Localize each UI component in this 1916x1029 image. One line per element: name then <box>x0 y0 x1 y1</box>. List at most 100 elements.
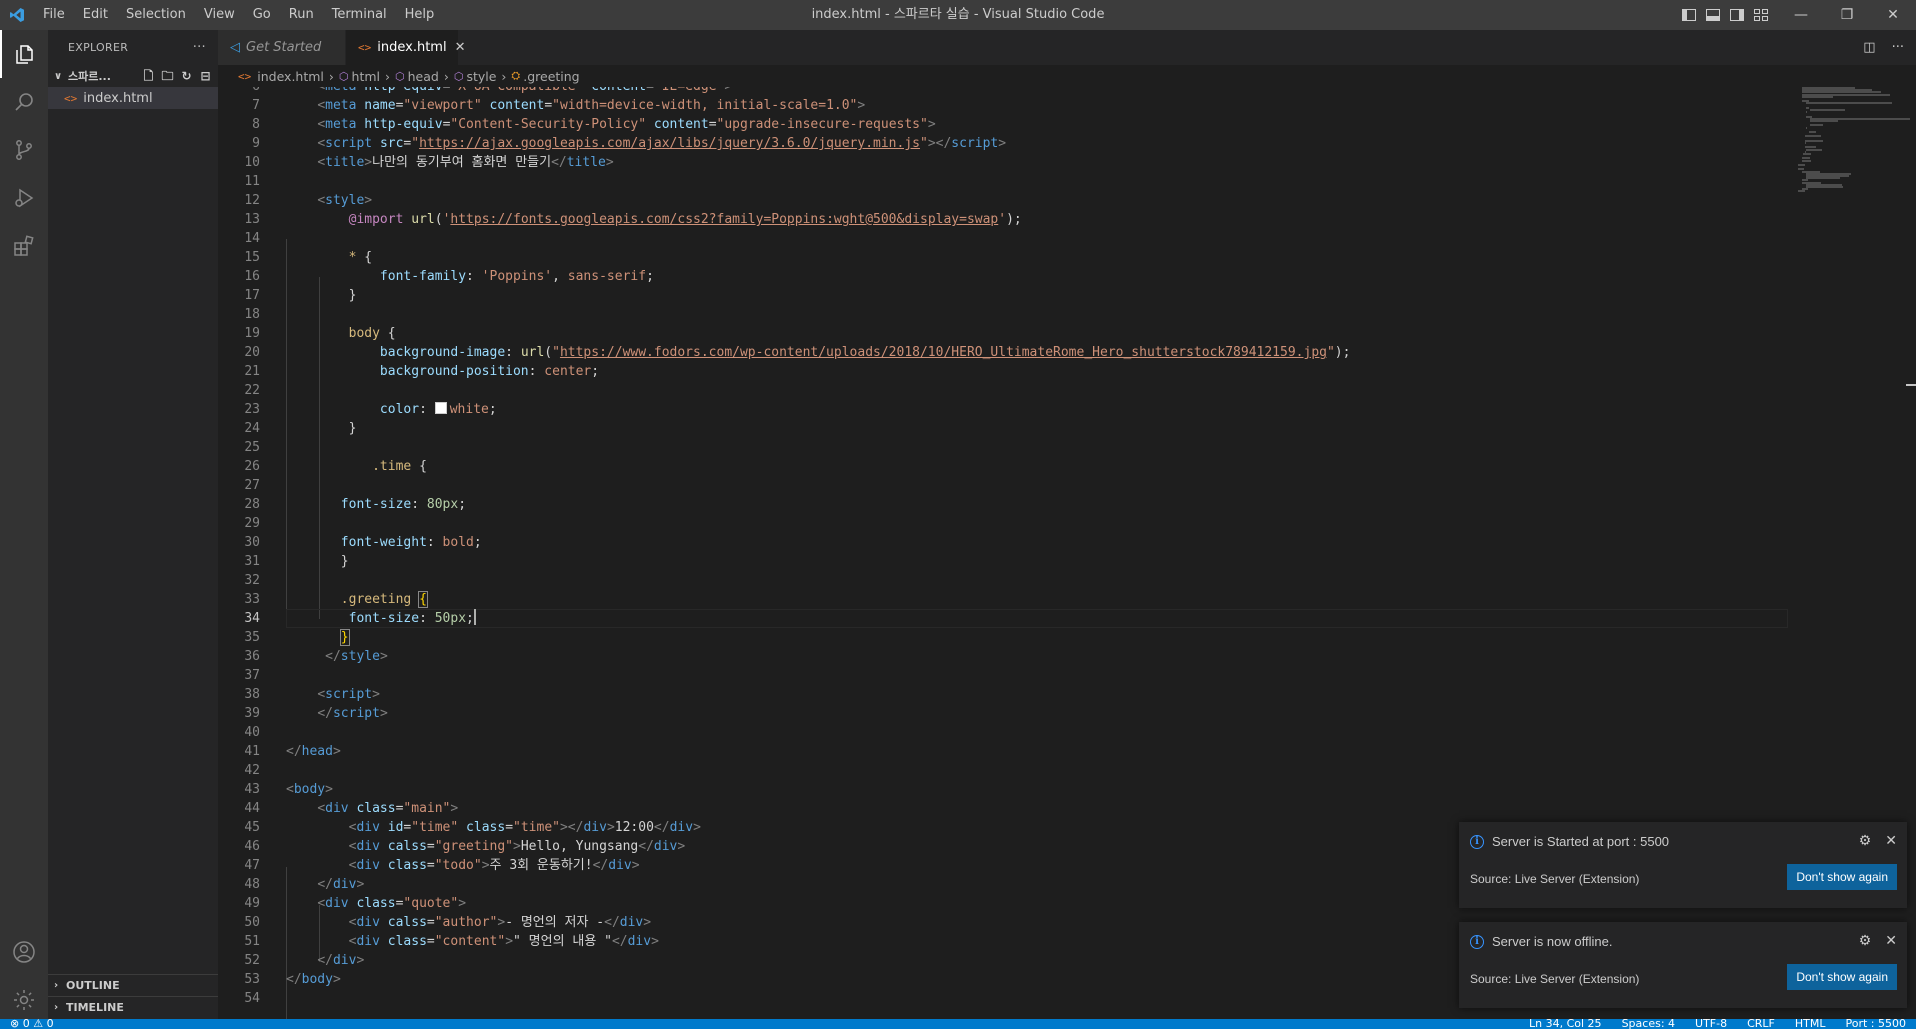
code-line[interactable]: 31 } <box>218 552 1788 571</box>
source-control-icon[interactable] <box>0 126 48 174</box>
close-window-button[interactable]: ✕ <box>1870 0 1916 30</box>
menu-edit[interactable]: Edit <box>74 0 117 30</box>
customize-layout-icon[interactable] <box>1754 9 1768 21</box>
code-line[interactable]: 18 <box>218 305 1788 324</box>
breadcrumb-head[interactable]: head <box>408 69 439 84</box>
new-folder-icon[interactable]: 🗀 <box>161 69 174 83</box>
split-editor-icon[interactable]: ◫ <box>1863 40 1875 55</box>
breadcrumb-file[interactable]: index.html <box>257 69 324 84</box>
code-line[interactable]: 39 </script> <box>218 704 1788 723</box>
notification-settings-gear-icon[interactable]: ⚙ <box>1859 932 1872 949</box>
code-line[interactable]: 24 } <box>218 419 1788 438</box>
code-line[interactable]: 34 font-size: 50px; <box>218 609 1788 628</box>
code-token: } <box>348 421 357 436</box>
code-line[interactable]: 36 </style> <box>218 647 1788 666</box>
code-line[interactable]: 42 <box>218 761 1788 780</box>
notification-close-icon[interactable]: ✕ <box>1885 932 1897 949</box>
code-line[interactable]: 32 <box>218 571 1788 590</box>
code-line[interactable]: 15 * { <box>218 248 1788 267</box>
minimap[interactable] <box>1790 87 1910 207</box>
line-ending[interactable]: CRLF <box>1747 1019 1775 1029</box>
menu-run[interactable]: Run <box>280 0 323 30</box>
code-line[interactable]: 17 } <box>218 286 1788 305</box>
search-icon[interactable] <box>0 78 48 126</box>
line-number: 30 <box>244 535 260 550</box>
code-line[interactable]: 33 .greeting { <box>218 590 1788 609</box>
collapse-all-icon[interactable]: ⊟ <box>199 69 212 83</box>
more-actions-button[interactable]: ··· <box>193 40 206 55</box>
menu-terminal[interactable]: Terminal <box>323 0 396 30</box>
code-line[interactable]: 29 <box>218 514 1788 533</box>
workspace-folder[interactable]: ∨ 스파르... 🗋 🗀 ↻ ⊟ <box>48 65 218 87</box>
timeline-section[interactable]: › TIMELINE <box>48 996 218 1018</box>
code-line[interactable]: 40 <box>218 723 1788 742</box>
live-server-port[interactable]: Port : 5500 <box>1846 1019 1907 1029</box>
outline-section[interactable]: › OUTLINE <box>48 974 218 996</box>
language-mode[interactable]: HTML <box>1795 1019 1826 1029</box>
code-line[interactable]: 30 font-weight: bold; <box>218 533 1788 552</box>
manage-gear-icon[interactable] <box>0 976 48 1024</box>
code-line[interactable]: 13 @import url('https://fonts.googleapis… <box>218 210 1788 229</box>
extensions-icon[interactable] <box>0 222 48 270</box>
code-line[interactable]: 12 <style> <box>218 191 1788 210</box>
notification-close-icon[interactable]: ✕ <box>1885 832 1897 849</box>
code-line[interactable]: 25 <box>218 438 1788 457</box>
breadcrumb-greeting[interactable]: .greeting <box>523 69 579 84</box>
code-line[interactable]: 38 <script> <box>218 685 1788 704</box>
tab-get-started[interactable]: ◁ Get Started <box>218 30 346 65</box>
code-line[interactable]: 20 background-image: url("https://www.fo… <box>218 343 1788 362</box>
code-line[interactable]: 9 <script src="https://ajax.googleapis.c… <box>218 134 1788 153</box>
accounts-icon[interactable] <box>0 928 48 976</box>
menu-help[interactable]: Help <box>396 0 444 30</box>
toggle-primary-sidebar-icon[interactable] <box>1682 9 1696 21</box>
code-line[interactable]: 43 <body> <box>218 780 1788 799</box>
more-actions-icon[interactable]: ··· <box>1892 40 1904 55</box>
menu-file[interactable]: File <box>34 0 74 30</box>
file-item-index-html[interactable]: <> index.html <box>48 87 218 109</box>
notification-settings-gear-icon[interactable]: ⚙ <box>1859 832 1872 849</box>
code-line[interactable]: 22 <box>218 381 1788 400</box>
code-line[interactable]: 10 <title>나만의 동기부여 홈화면 만들기</title> <box>218 153 1788 172</box>
refresh-icon[interactable]: ↻ <box>180 69 193 83</box>
restore-button[interactable]: ❐ <box>1824 0 1870 30</box>
code-line[interactable]: 21 background-position: center; <box>218 362 1788 381</box>
code-line[interactable]: 41 </head> <box>218 742 1788 761</box>
run-debug-icon[interactable] <box>0 174 48 222</box>
indentation[interactable]: Spaces: 4 <box>1622 1019 1675 1029</box>
menu-view[interactable]: View <box>195 0 244 30</box>
code-line[interactable]: 6 <meta http-equiv = "X-UA-Compatible" con… <box>218 87 1788 96</box>
code-line[interactable]: 27 <box>218 476 1788 495</box>
dont-show-again-button[interactable]: Don't show again <box>1787 964 1897 990</box>
explorer-icon[interactable] <box>0 30 48 78</box>
code-line[interactable]: 16 font-family: 'Poppins', sans-serif; <box>218 267 1788 286</box>
menu-go[interactable]: Go <box>244 0 280 30</box>
problems-indicator[interactable]: ⊗ 0 ⚠ 0 <box>10 1019 54 1029</box>
code-line[interactable]: 7 <meta name="viewport" content="width=d… <box>218 96 1788 115</box>
tab-index-html[interactable]: <> index.html ✕ <box>346 30 465 65</box>
code-line[interactable]: 14 <box>218 229 1788 248</box>
code-line[interactable]: 23 color: white; <box>218 400 1788 419</box>
dont-show-again-button[interactable]: Don't show again <box>1787 864 1897 890</box>
code-token: " 명언의 내용 " <box>513 934 612 949</box>
code-line[interactable]: 35 } <box>218 628 1788 647</box>
code-line[interactable]: 26 .time { <box>218 457 1788 476</box>
toggle-panel-icon[interactable] <box>1706 9 1720 21</box>
encoding[interactable]: UTF-8 <box>1695 1019 1727 1029</box>
close-tab-icon[interactable]: ✕ <box>455 40 466 55</box>
code-line[interactable]: 19 body { <box>218 324 1788 343</box>
code-line[interactable]: 11 <box>218 172 1788 191</box>
breadcrumb-style[interactable]: style <box>466 69 496 84</box>
code-line[interactable]: 8 <meta http-equiv = "Content-Security-Pol… <box>218 115 1788 134</box>
minimize-button[interactable]: — <box>1778 0 1824 30</box>
code-text: background-image: url("https://www.fodor… <box>286 343 1351 362</box>
new-file-icon[interactable]: 🗋 <box>142 69 155 83</box>
toggle-secondary-sidebar-icon[interactable] <box>1730 9 1744 21</box>
menu-selection[interactable]: Selection <box>117 0 195 30</box>
code-line[interactable]: 37 <box>218 666 1788 685</box>
code-line[interactable]: 28 font-size: 80px; <box>218 495 1788 514</box>
breadcrumb-html[interactable]: html <box>352 69 380 84</box>
cursor-position[interactable]: Ln 34, Col 25 <box>1529 1019 1602 1029</box>
vertical-scrollbar[interactable] <box>1906 87 1916 1019</box>
code-line[interactable]: 44 <div class="main"> <box>218 799 1788 818</box>
code-text: background-position: center; <box>286 362 599 381</box>
